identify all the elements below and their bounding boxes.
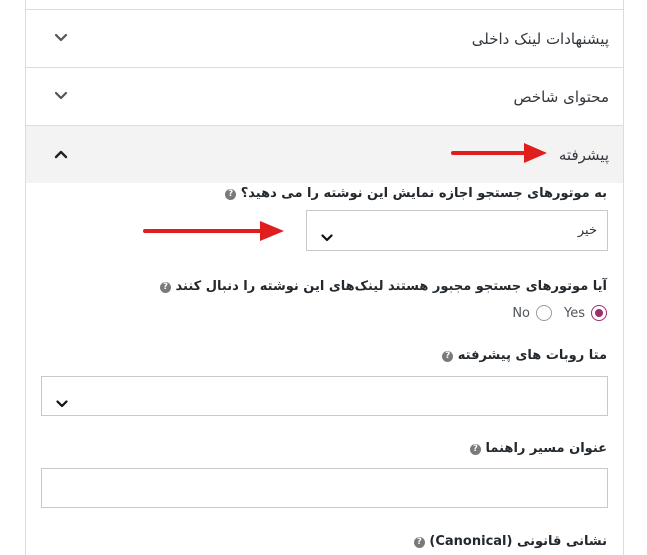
chevron-down-icon <box>56 393 68 408</box>
chevron-down-icon <box>54 33 68 43</box>
meta-robots-select[interactable] <box>41 376 608 416</box>
help-icon[interactable]: ? <box>442 351 454 362</box>
chevron-down-icon <box>54 91 68 101</box>
follow-links-label: آیا موتورهای جستجو مجبور هستند لینک‌های … <box>156 279 607 294</box>
allow-search-label: به موتورهای جستجو اجازه نمایش این نوشته … <box>221 186 607 201</box>
follow-no-label: No <box>512 305 530 321</box>
follow-links-radio-group: Yes No <box>500 303 607 323</box>
section-title: پیشنهادات لینک داخلی <box>471 30 609 48</box>
annotation-arrow-icon <box>451 143 547 163</box>
help-icon[interactable]: ? <box>225 189 237 200</box>
follow-no-radio[interactable] <box>536 305 552 321</box>
canonical-label: نشانی قانونی (Canonical) ? <box>410 534 607 549</box>
chevron-up-icon <box>54 149 68 159</box>
follow-yes-label: Yes <box>564 305 585 321</box>
breadcrumb-title-input[interactable] <box>41 468 608 508</box>
section-title: پیشرفته <box>558 146 609 164</box>
section-internal-link-suggestions[interactable]: پیشنهادات لینک داخلی <box>26 10 623 68</box>
help-icon[interactable]: ? <box>470 444 481 455</box>
allow-search-select[interactable]: خیر <box>306 210 608 251</box>
breadcrumb-title-label: عنوان مسیر راهنما ? <box>466 441 607 456</box>
section-title: محتوای شاخص <box>513 88 609 106</box>
follow-yes-radio[interactable] <box>591 305 607 321</box>
meta-robots-label: متا روبات های پیشرفته ? <box>438 348 607 363</box>
annotation-arrow-icon <box>143 221 284 241</box>
seo-metabox-panel: پیشنهادات لینک داخلی محتوای شاخص پیشرفته… <box>25 0 624 555</box>
chevron-down-icon <box>321 227 333 242</box>
help-icon[interactable]: ? <box>413 537 425 548</box>
help-icon[interactable]: ? <box>160 282 172 293</box>
section-cornerstone-content[interactable]: محتوای شاخص <box>26 68 623 126</box>
